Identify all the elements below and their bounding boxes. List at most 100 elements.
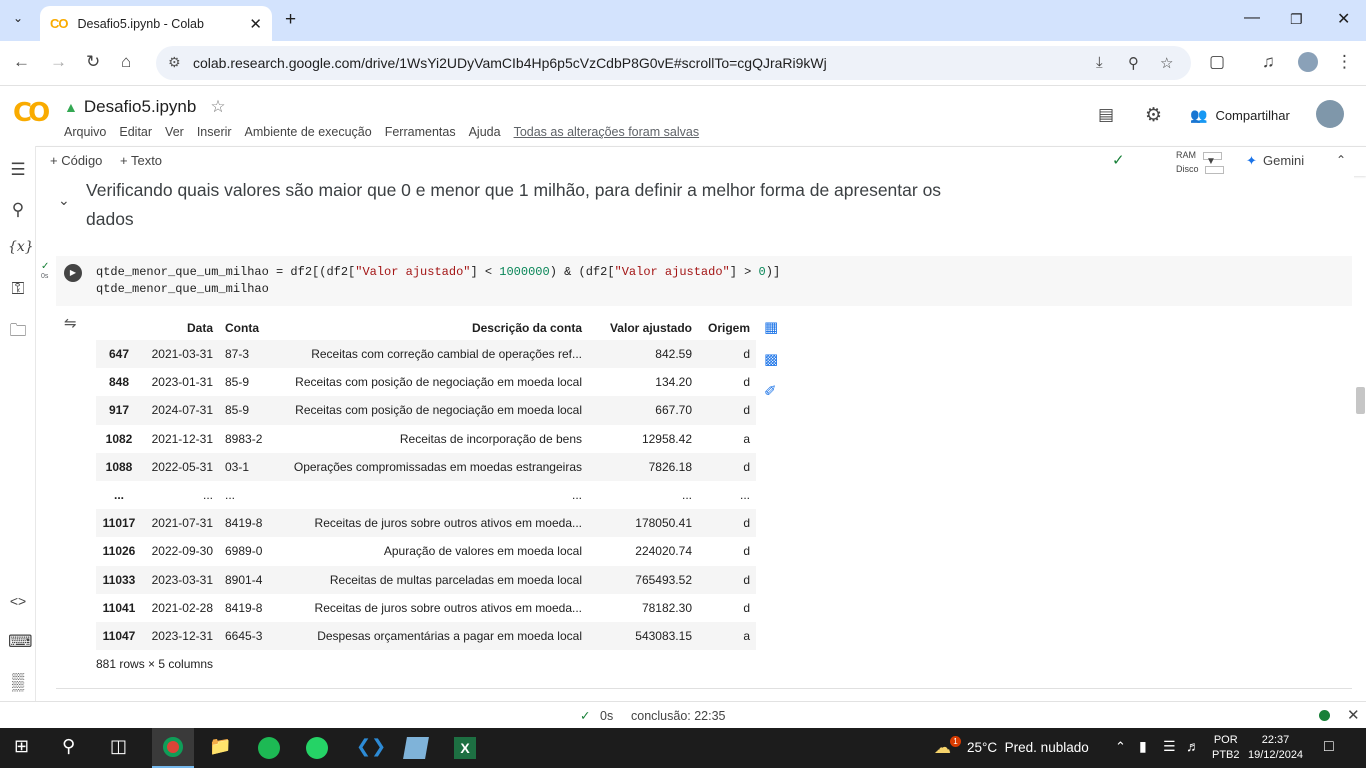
markdown-cell-text[interactable]: Verificando quais valores são maior que … xyxy=(86,176,986,234)
menu-inserir[interactable]: Inserir xyxy=(197,125,232,139)
table-cell: ... xyxy=(202,488,213,503)
suggest-charts-icon[interactable]: ▩ xyxy=(764,350,778,368)
add-text-button[interactable]: + Texto xyxy=(120,153,162,168)
browser-tab-active[interactable]: CO Desafio5.ipynb - Colab ✕ xyxy=(40,6,272,41)
bookmark-star-icon[interactable]: ☆ xyxy=(1160,54,1173,72)
table-cell: ... xyxy=(681,488,692,503)
chrome-taskbar-button[interactable] xyxy=(152,728,194,768)
whatsapp-icon[interactable] xyxy=(306,737,328,759)
row-index-cell: 848 xyxy=(108,375,130,390)
table-cell: Receitas de incorporação de bens xyxy=(399,431,582,446)
page-scrollbar-thumb[interactable] xyxy=(1356,387,1365,414)
table-cell: 2021-02-28 xyxy=(151,600,213,615)
code-editor[interactable]: qtde_menor_que_um_milhao = df2[(df2["Val… xyxy=(96,264,780,298)
tab-search-dropdown-icon[interactable]: ⌄ xyxy=(13,11,23,25)
file-explorer-icon[interactable]: 📁 xyxy=(209,736,231,757)
code-cell[interactable]: ▶ qtde_menor_que_um_milhao = df2[(df2["V… xyxy=(56,256,1352,306)
forward-icon[interactable]: → xyxy=(50,52,67,72)
volume-icon[interactable]: ♬ xyxy=(1186,738,1200,754)
site-info-icon[interactable]: ⚙ xyxy=(168,54,181,71)
output-actions-icon[interactable]: ⇋ xyxy=(64,314,77,332)
generate-code-wand-icon[interactable]: ✐ xyxy=(764,382,777,400)
runtime-dropdown-icon[interactable]: ▼ xyxy=(1206,156,1216,167)
taskbar-search-icon[interactable]: ⚲ xyxy=(62,736,75,757)
app-icon[interactable] xyxy=(403,737,429,759)
minimize-icon[interactable]: — xyxy=(1244,9,1260,27)
notifications-icon[interactable]: □ xyxy=(1324,738,1334,756)
home-icon[interactable]: ⌂ xyxy=(121,52,131,72)
new-tab-icon[interactable]: + xyxy=(285,9,296,31)
gemini-button[interactable]: Gemini xyxy=(1263,153,1304,168)
settings-gear-icon[interactable]: ⚙ xyxy=(1145,104,1162,127)
zoom-icon[interactable]: ⚲ xyxy=(1128,54,1139,72)
reload-icon[interactable]: ↻ xyxy=(86,52,100,72)
menu-ajuda[interactable]: Ajuda xyxy=(469,125,501,139)
table-cell: 2022-05-31 xyxy=(142,452,219,481)
browser-menu-icon[interactable]: ⋮ xyxy=(1336,52,1353,72)
profile-avatar[interactable] xyxy=(1298,52,1318,72)
restore-icon[interactable]: ❐ xyxy=(1290,11,1303,28)
terminal-icon[interactable]: ▒ xyxy=(8,672,28,692)
weather-text[interactable]: 25°C Pred. nublado xyxy=(967,740,1089,755)
colab-logo[interactable]: CO xyxy=(13,98,50,128)
star-icon[interactable]: ☆ xyxy=(210,97,225,117)
media-control-icon[interactable]: ♫ xyxy=(1262,52,1275,72)
table-cell: 87-3 xyxy=(219,340,273,369)
resource-monitor[interactable]: RAM Disco xyxy=(1176,148,1225,176)
section-collapse-icon[interactable]: ⌄ xyxy=(58,192,70,209)
table-cell: Receitas com correção cambial de operaçõ… xyxy=(273,340,588,369)
menu-editar[interactable]: Editar xyxy=(119,125,152,139)
download-icon[interactable]: ⤓ xyxy=(1096,54,1103,71)
window-close-icon[interactable]: ✕ xyxy=(1337,9,1350,29)
table-of-contents-icon[interactable]: ☰ xyxy=(8,160,28,180)
secrets-key-icon[interactable]: ⚿ xyxy=(8,279,28,299)
table-cell: d xyxy=(698,396,756,425)
menu-arquivo[interactable]: Arquivo xyxy=(64,125,106,139)
status-close-icon[interactable]: ✕ xyxy=(1347,706,1360,724)
search-icon[interactable]: ⚲ xyxy=(8,200,28,220)
tab-close-icon[interactable]: ✕ xyxy=(249,15,262,33)
vscode-icon[interactable]: ❮❯ xyxy=(356,736,386,757)
collapse-header-icon[interactable]: ⌃ xyxy=(1336,153,1346,167)
command-palette-icon[interactable]: ⌨ xyxy=(8,632,33,652)
colab-header: CO ▲ Desafio5.ipynb ☆ Arquivo Editar Ver… xyxy=(0,86,1366,146)
table-row: 647 2021-03-31 87-3 Receitas com correção c… xyxy=(96,340,756,369)
weather-badge: 1 xyxy=(950,736,961,747)
windows-start-icon[interactable]: ⊞ xyxy=(14,736,29,757)
menu-ambiente[interactable]: Ambiente de execução xyxy=(245,125,372,139)
menu-ferramentas[interactable]: Ferramentas xyxy=(385,125,456,139)
code-snippets-icon[interactable]: <> xyxy=(8,593,28,609)
interactive-table-icon[interactable]: ▦ xyxy=(764,318,778,336)
language-indicator[interactable]: POR PTB2 xyxy=(1212,733,1240,763)
tray-chevron-icon[interactable]: ⌃ xyxy=(1115,739,1126,755)
table-cell: 2021-03-31 xyxy=(142,340,219,369)
cell-divider xyxy=(56,688,1352,689)
wifi-icon[interactable]: ☰ xyxy=(1163,738,1176,755)
address-bar[interactable]: ⚙ colab.research.google.com/drive/1WsYi2… xyxy=(156,46,1191,80)
table-cell: 85-9 xyxy=(225,375,250,390)
share-label: Compartilhar xyxy=(1215,108,1290,123)
back-icon[interactable]: ← xyxy=(13,52,30,72)
share-button[interactable]: 👥 Compartilhar xyxy=(1190,107,1290,124)
task-view-icon[interactable]: ◫ xyxy=(110,736,127,757)
account-avatar[interactable] xyxy=(1316,100,1344,128)
notebook-name[interactable]: Desafio5.ipynb xyxy=(84,97,196,117)
battery-icon[interactable]: ▮ xyxy=(1139,738,1147,755)
table-cell: d xyxy=(743,600,750,615)
spotify-icon[interactable] xyxy=(258,737,280,759)
files-folder-icon[interactable]: 🗀 xyxy=(8,318,28,347)
table-cell: Operações compromissadas em moedas estra… xyxy=(273,452,588,481)
clock[interactable]: 22:37 19/12/2024 xyxy=(1248,733,1303,763)
excel-icon[interactable]: X xyxy=(454,737,476,759)
add-code-button[interactable]: + Código xyxy=(50,153,102,168)
comments-icon[interactable]: ▤ xyxy=(1098,105,1114,125)
notebook-content: ⌄ Verificando quais valores são maior qu… xyxy=(36,176,1354,701)
menu-ver[interactable]: Ver xyxy=(165,125,184,139)
table-row: 11017 2021-07-31 8419-8 Receitas de juros s… xyxy=(96,509,756,538)
run-cell-button[interactable]: ▶ xyxy=(64,264,82,282)
save-status-link[interactable]: Todas as alterações foram salvas xyxy=(514,125,700,139)
table-cell: Receitas de juros sobre outros ativos em… xyxy=(273,509,588,538)
extensions-icon[interactable]: ▢ xyxy=(1209,52,1225,72)
variables-icon[interactable]: {x} xyxy=(8,239,34,255)
table-row: 11047 2023-12-31 6645-3 Despesas orçamentár… xyxy=(96,621,756,651)
